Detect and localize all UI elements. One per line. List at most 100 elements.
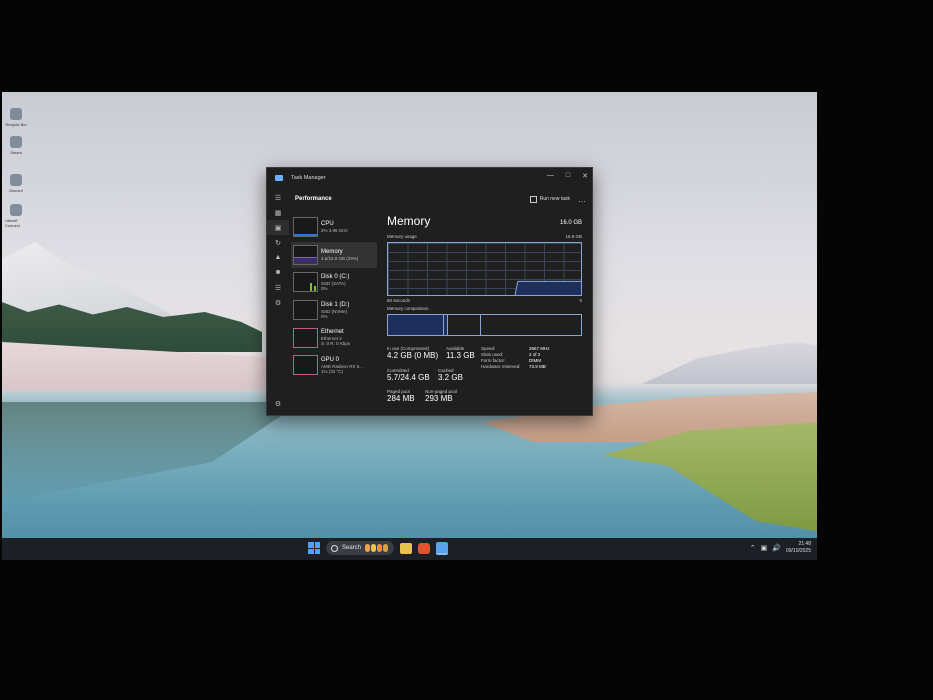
perf-item-detail: 4.6/15.8 GB (29%) — [321, 255, 359, 261]
desktop-icon-label: Recycle Bin — [5, 122, 27, 127]
steam-icon — [10, 136, 22, 148]
memory-thumbnail-graph — [293, 244, 318, 265]
memory-usage-line — [514, 280, 581, 295]
search-placeholder: Search — [342, 545, 362, 551]
network-icon[interactable]: ▣ — [761, 544, 768, 552]
nav-rail: ☰ ▦ ▣ ↻ ▲ ☻ ☰ ⚙ ⚙ — [267, 190, 289, 415]
clock-time: 21:48 — [798, 541, 811, 547]
stat-hw-reserved-label: Hardware reserved: — [481, 364, 521, 369]
nav-services[interactable]: ⚙ — [267, 295, 289, 310]
startup-icon: ▲ — [274, 254, 282, 261]
perf-item-memory[interactable]: Memory 4.6/15.8 GB (29%) — [291, 241, 377, 268]
window-title: Task Manager — [291, 175, 326, 181]
title-bar[interactable]: Task Manager — □ ✕ — [267, 168, 592, 188]
wallpaper-reflection — [2, 402, 302, 502]
brave-browser-icon[interactable] — [418, 542, 430, 554]
cpu-thumbnail-graph — [293, 217, 318, 237]
performance-icon: ▣ — [274, 224, 282, 232]
desktop-icon-label: Ubisoft Connect — [5, 218, 20, 228]
perf-item-ethernet[interactable]: Ethernet Ethernet 2 S: 0 R: 0 Kbps — [291, 325, 377, 351]
stat-available: 11.3 GB — [446, 351, 475, 360]
ethernet-thumbnail-graph — [293, 327, 318, 348]
more-options-button[interactable]: … — [578, 195, 586, 204]
memory-usage-label: Memory usage — [387, 234, 417, 239]
page-title: Performance — [295, 196, 332, 202]
right-stats-keys: Speed: Slots used: Form factor: Hardware… — [481, 346, 521, 370]
taskbar-search[interactable]: Search — [326, 541, 394, 555]
perf-item-disk-0[interactable]: Disk 0 (C:) SSD (SATA) 0% — [291, 269, 377, 295]
nav-details[interactable]: ☰ — [267, 280, 289, 295]
desktop-icon-label: Steam — [10, 150, 22, 155]
disk1-thumbnail-graph — [293, 300, 318, 321]
memory-usage-max: 15.9 GB — [565, 234, 582, 239]
users-icon: ☻ — [274, 269, 282, 276]
perf-item-name: CPU — [321, 221, 334, 227]
perf-item-detail: S: 0 R: 0 Kbps — [321, 341, 351, 347]
system-tray: ⌃ ▣ 🔊 21:48 09/10/2025 — [750, 541, 811, 555]
history-icon: ↻ — [275, 239, 281, 247]
stat-cached: 3.2 GB — [438, 373, 463, 382]
nav-startup-apps[interactable]: ▲ — [267, 250, 289, 265]
perf-item-disk-1[interactable]: Disk 1 (D:) SSD (NVMe) 0% — [291, 297, 377, 323]
details-icon: ☰ — [274, 284, 282, 292]
perf-item-name: Ethernet — [321, 329, 344, 336]
start-button[interactable] — [308, 542, 320, 554]
detail-title: Memory — [387, 214, 431, 228]
nav-users[interactable]: ☻ — [267, 265, 289, 280]
clock[interactable]: 21:48 09/10/2025 — [786, 541, 811, 555]
close-button[interactable]: ✕ — [582, 172, 588, 180]
chevron-up-icon[interactable]: ⌃ — [750, 544, 756, 552]
desktop-icon-steam[interactable]: Steam — [5, 136, 27, 155]
composition-free — [481, 315, 581, 335]
discord-icon — [10, 174, 22, 186]
desktop-icon-label: Discord — [9, 188, 23, 193]
wallpaper-far-hill — [642, 342, 817, 384]
perf-item-detail: 1% (32 °C) — [321, 368, 344, 374]
taskbar: Search ⌃ ▣ 🔊 21:48 09/10/2025 — [2, 538, 817, 560]
composition-standby — [448, 315, 481, 335]
toolbar: Performance Run new task … — [295, 188, 592, 210]
memory-usage-graph-svg — [514, 280, 581, 295]
ubisoft-icon — [10, 204, 22, 216]
services-icon: ⚙ — [274, 299, 282, 307]
task-manager-window: Task Manager — □ ✕ Performance Run new t… — [266, 167, 593, 416]
run-new-task-button[interactable]: Run new task — [529, 195, 570, 203]
nav-settings[interactable]: ⚙ — [267, 396, 289, 411]
run-task-icon — [529, 195, 537, 203]
perf-item-detail: 2% 3.96 GHz — [321, 228, 348, 233]
nav-processes[interactable]: ▦ — [267, 205, 289, 220]
desktop-icon-ubisoft[interactable]: Ubisoft Connect — [5, 204, 27, 228]
perf-item-cpu[interactable]: CPU 2% 3.96 GHz — [291, 214, 377, 240]
perf-item-name: Disk 0 (C:) — [321, 273, 350, 280]
volume-icon[interactable]: 🔊 — [772, 544, 781, 552]
perf-item-gpu[interactable]: GPU 0 AMD Radeon RX 6... 1% (32 °C) — [291, 352, 377, 378]
right-stats-values: 2667 MHz 2 of 2 DIMM 73.9 MB — [529, 346, 550, 370]
nav-app-history[interactable]: ↻ — [267, 235, 289, 250]
hamburger-menu-button[interactable]: ☰ — [267, 190, 289, 205]
perf-item-detail: 0% — [321, 313, 328, 319]
minimize-button[interactable]: — — [547, 172, 554, 180]
memory-composition-label: Memory composition — [387, 306, 429, 311]
stat-hw-reserved: 73.9 MB — [529, 364, 546, 369]
search-icon — [331, 544, 338, 552]
monitor-screen: Recycle Bin Steam Discord Ubisoft Connec… — [2, 92, 817, 560]
memory-total: 16.0 GB — [559, 220, 582, 226]
perf-item-detail: SSD (NVMe) — [321, 308, 348, 314]
memory-usage-graph — [387, 242, 582, 296]
stat-nonpaged-pool: 293 MB — [425, 394, 453, 403]
stat-committed: 5.7/24.4 GB — [387, 373, 430, 382]
desktop-icon-discord[interactable]: Discord — [5, 174, 27, 193]
nav-performance[interactable]: ▣ — [267, 220, 289, 235]
run-new-task-label: Run new task — [539, 196, 570, 202]
stat-paged-pool: 284 MB — [387, 394, 415, 403]
time-axis-label: 60 seconds — [387, 298, 411, 303]
processes-icon: ▦ — [274, 209, 282, 217]
desktop-icon-recycle-bin[interactable]: Recycle Bin — [5, 108, 27, 127]
gpu-thumbnail-graph — [293, 355, 318, 376]
disk0-thumbnail-graph — [293, 272, 318, 293]
performance-list: CPU 2% 3.96 GHz Memory 4.6/15.8 GB (29%) D… — [291, 214, 377, 380]
file-explorer-icon[interactable] — [400, 542, 412, 554]
maximize-button[interactable]: □ — [566, 172, 570, 180]
task-manager-taskbar-icon[interactable] — [436, 541, 448, 555]
search-highlight-icon — [365, 544, 389, 552]
